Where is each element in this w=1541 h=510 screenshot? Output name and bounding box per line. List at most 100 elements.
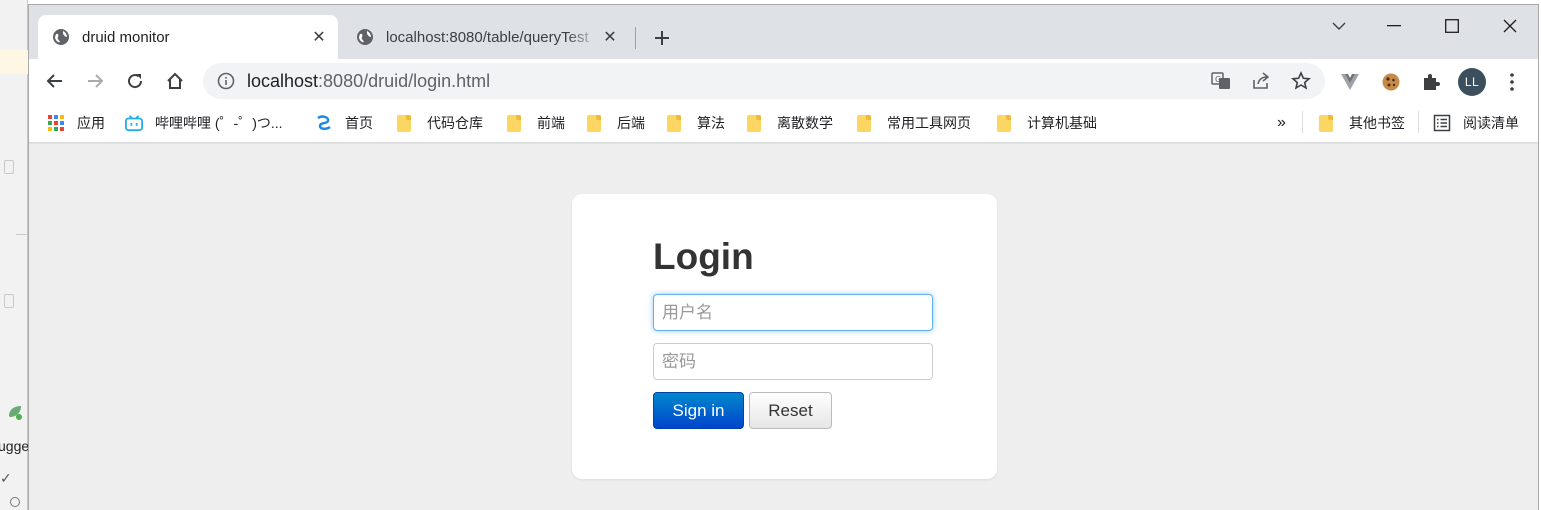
bookmark-label: 阅读清单 — [1463, 115, 1519, 131]
bookmark-bilibili[interactable]: 哔哩哔哩 (゜-゜)つ... — [125, 111, 283, 135]
password-input[interactable] — [653, 343, 933, 380]
bookmark-label: 前端 — [537, 115, 565, 131]
bookmark-label: 首页 — [345, 115, 373, 131]
bookmark-label: 计算机基础 — [1027, 115, 1097, 131]
bookmark-star-button[interactable] — [1288, 68, 1314, 94]
reset-button[interactable]: Reset — [749, 392, 832, 429]
bookmark-separator — [1418, 111, 1419, 133]
translate-button[interactable]: G — [1208, 68, 1234, 94]
bookmark-label: 离散数学 — [777, 115, 833, 131]
bookmark-folder-frontend[interactable]: 前端 — [507, 111, 565, 135]
profile-avatar[interactable]: LL — [1458, 68, 1486, 96]
maximize-button[interactable] — [1432, 11, 1472, 41]
bookmark-label: 算法 — [697, 115, 725, 131]
editor-highlight — [0, 50, 28, 74]
bookmark-folder-backend[interactable]: 后端 — [587, 111, 645, 135]
bookmark-label: 应用 — [77, 115, 105, 131]
share-button[interactable] — [1248, 68, 1274, 94]
folder-icon — [747, 114, 761, 132]
home-icon — [167, 72, 183, 89]
browser-window: druid monitor ✕ localhost:8080/table/que… — [28, 4, 1539, 510]
folder-icon — [667, 114, 681, 132]
close-tab-icon[interactable]: ✕ — [599, 26, 621, 48]
bookmark-label: 常用工具网页 — [887, 115, 971, 131]
chevron-down-icon — [1332, 22, 1346, 30]
vue-icon — [1341, 74, 1359, 90]
bookmark-folder-algorithms[interactable]: 算法 — [667, 111, 725, 135]
bookmark-other[interactable]: 其他书签 — [1319, 111, 1405, 135]
site-icon — [317, 115, 331, 130]
background-app-window: ugge ✓ — [0, 0, 30, 510]
extensions-button[interactable] — [1417, 68, 1445, 96]
bookmark-folder-code[interactable]: 代码仓库 — [397, 111, 483, 135]
folder-icon — [507, 114, 521, 132]
url-text: localhost:8080/druid/login.html — [247, 71, 490, 92]
sign-in-button[interactable]: Sign in — [653, 392, 744, 429]
fold-marker-icon — [4, 294, 14, 308]
globe-icon — [357, 29, 373, 45]
cookie-icon — [1382, 73, 1400, 91]
folder-icon — [857, 114, 871, 132]
bookmark-apps[interactable]: 应用 — [47, 111, 105, 135]
puzzle-icon — [1424, 74, 1440, 90]
close-tab-icon[interactable]: ✕ — [308, 26, 330, 48]
bilibili-icon — [125, 115, 143, 132]
page-viewport: Login Sign in Reset — [29, 144, 1538, 510]
plus-icon — [655, 31, 669, 45]
bookmark-home[interactable]: 首页 — [315, 111, 373, 135]
bookmark-folder-tools[interactable]: 常用工具网页 — [857, 111, 971, 135]
folder-icon — [1319, 114, 1333, 132]
bookmarks-bar: 应用 哔哩哔哩 (゜-゜)つ... 首页 代码仓库 前端 后端 算法 离散数学 … — [29, 103, 1538, 143]
gutter-line — [16, 234, 28, 235]
username-input[interactable] — [653, 294, 933, 331]
tab-strip: druid monitor ✕ localhost:8080/table/que… — [29, 5, 1538, 59]
home-button[interactable] — [159, 65, 191, 97]
forward-button[interactable] — [79, 65, 111, 97]
address-bar[interactable]: localhost:8080/druid/login.html — [203, 63, 1325, 99]
close-icon — [1503, 19, 1517, 33]
browser-toolbar: localhost:8080/druid/login.html G LL — [29, 59, 1538, 103]
globe-icon — [53, 29, 69, 45]
bookmarks-overflow-button[interactable]: » — [1277, 111, 1286, 135]
browser-menu-button[interactable] — [1498, 68, 1526, 96]
reload-button[interactable] — [119, 65, 151, 97]
reading-list-button[interactable]: 阅读清单 — [1433, 111, 1519, 135]
back-arrow-icon — [46, 74, 62, 88]
tab-search-button[interactable] — [1319, 11, 1359, 41]
url-host: localhost — [247, 70, 319, 91]
check-icon: ✓ — [0, 470, 12, 486]
reading-list-icon — [1433, 114, 1451, 132]
radio-icon — [10, 497, 20, 507]
svg-text:G: G — [1215, 75, 1221, 84]
cookie-extension[interactable] — [1377, 68, 1405, 96]
minimize-button[interactable] — [1374, 11, 1414, 41]
fold-marker-icon — [4, 160, 14, 174]
folder-icon — [397, 114, 411, 132]
tab-separator — [635, 27, 636, 49]
login-card: Login Sign in Reset — [572, 194, 997, 479]
tab-query-test[interactable]: localhost:8080/table/queryTest ✕ — [342, 15, 629, 59]
bookmark-label: 代码仓库 — [427, 115, 483, 131]
close-window-button[interactable] — [1490, 11, 1530, 41]
tab-title: localhost:8080/table/queryTest — [386, 28, 589, 46]
bookmark-folder-cs-basics[interactable]: 计算机基础 — [997, 111, 1097, 135]
vue-devtools-extension[interactable] — [1336, 68, 1364, 96]
folder-icon — [587, 114, 601, 132]
reload-icon — [128, 74, 143, 89]
new-tab-button[interactable] — [647, 23, 677, 53]
tab-druid-monitor[interactable]: druid monitor ✕ — [38, 15, 338, 59]
minimize-icon — [1387, 25, 1401, 27]
bookmark-separator — [1302, 111, 1303, 133]
bookmark-label: 其他书签 — [1349, 115, 1405, 131]
back-button[interactable] — [39, 65, 71, 97]
bookmark-label: 哔哩哔哩 (゜-゜)つ... — [155, 115, 283, 131]
more-vert-icon — [1510, 73, 1514, 91]
bookmark-folder-discrete-math[interactable]: 离散数学 — [747, 111, 833, 135]
apps-grid-icon — [48, 115, 64, 131]
info-icon[interactable] — [217, 72, 235, 90]
share-icon — [1253, 72, 1270, 89]
login-heading: Login — [653, 236, 754, 277]
translate-icon: G — [1211, 72, 1230, 89]
forward-arrow-icon — [88, 74, 104, 88]
background-app-text: ugge — [0, 438, 30, 454]
